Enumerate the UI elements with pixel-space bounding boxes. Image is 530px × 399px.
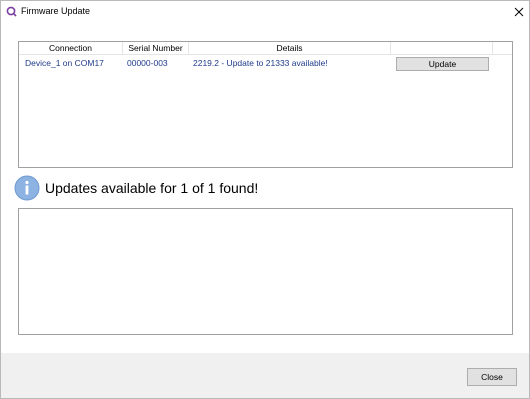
serial-number-cell: 00000-003 bbox=[127, 58, 168, 68]
table-header: Connection Serial Number Details bbox=[19, 42, 512, 55]
status-message: Updates available for 1 of 1 found! bbox=[45, 180, 259, 196]
app-ring-icon bbox=[6, 6, 17, 17]
column-header-action[interactable] bbox=[391, 42, 493, 55]
column-header-details[interactable]: Details bbox=[189, 42, 391, 55]
connection-cell: Device_1 on COM17 bbox=[25, 58, 104, 68]
details-cell: 2219.2 - Update to 21333 available! bbox=[193, 58, 328, 68]
window-close-button[interactable] bbox=[508, 3, 530, 21]
content-area: Connection Serial Number Details Device_… bbox=[1, 23, 529, 353]
status-message-row: Updates available for 1 of 1 found! bbox=[14, 175, 514, 201]
window-title: Firmware Update bbox=[21, 6, 91, 16]
info-icon bbox=[14, 175, 40, 201]
column-header-serial-number[interactable]: Serial Number bbox=[123, 42, 189, 55]
column-header-connection[interactable]: Connection bbox=[19, 42, 123, 55]
device-table: Connection Serial Number Details Device_… bbox=[18, 41, 513, 168]
footer: Close bbox=[1, 353, 529, 398]
close-icon bbox=[514, 7, 524, 17]
table-row[interactable]: Device_1 on COM17 00000-003 2219.2 - Upd… bbox=[19, 56, 512, 72]
close-button[interactable]: Close bbox=[467, 368, 517, 386]
update-button[interactable]: Update bbox=[396, 57, 489, 71]
log-output-box[interactable] bbox=[18, 208, 513, 335]
title-bar: Firmware Update bbox=[1, 1, 529, 23]
firmware-update-window: Firmware Update Connection Serial Number… bbox=[0, 0, 530, 399]
